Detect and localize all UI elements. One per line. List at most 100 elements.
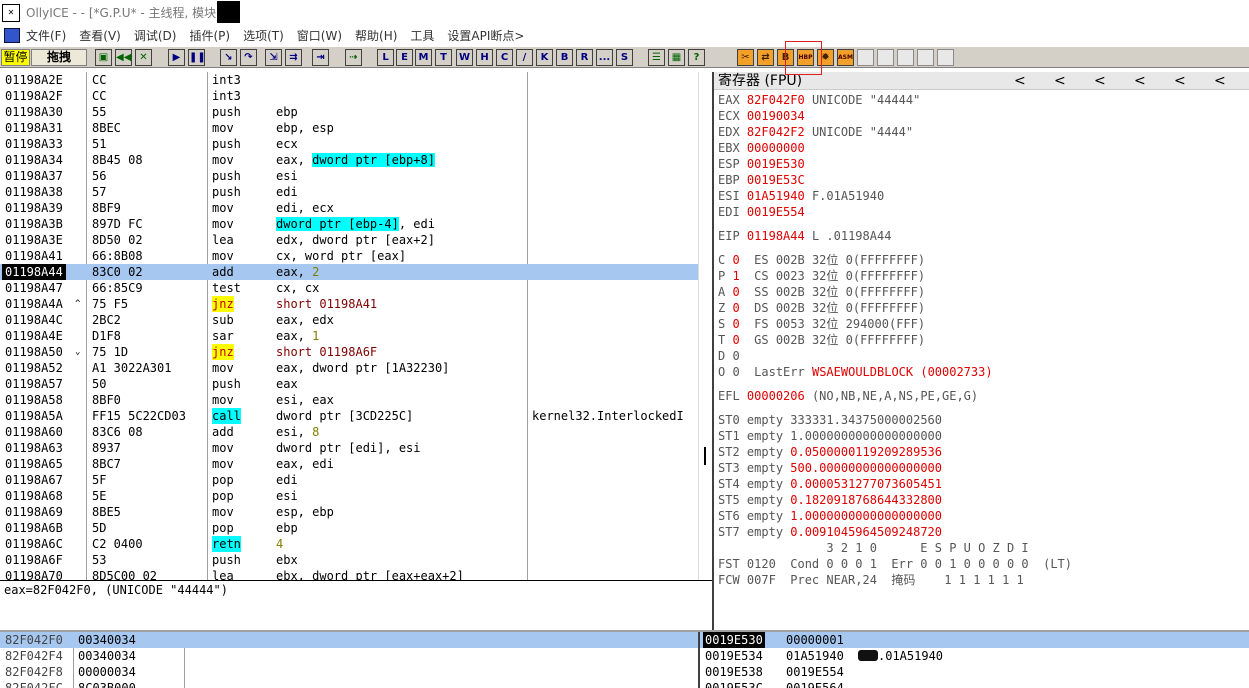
open-icon[interactable]: ▣ — [95, 49, 112, 66]
disasm-row[interactable]: 01198A6F 53 push ebx — [0, 552, 698, 568]
disasm-row[interactable]: 01198A47 66:85C9 test cx, cx — [0, 280, 698, 296]
windows-window-button[interactable]: W — [456, 49, 473, 66]
menu-options[interactable]: 选项(T) — [243, 27, 284, 44]
call-stack-window-button[interactable]: K — [536, 49, 553, 66]
menu-window[interactable]: 窗口(W) — [297, 27, 342, 44]
disasm-row[interactable]: 01198A44 83C0 02 add eax, 2 — [0, 264, 698, 280]
dump-row[interactable]: 82F042F8 00000034 — [0, 664, 698, 680]
asm-button[interactable]: ASM — [837, 49, 854, 66]
disasm-row[interactable]: 01198A41 66:8B08 mov cx, word ptr [eax] — [0, 248, 698, 264]
stack-row[interactable]: 0019E53C 0019E564 — [700, 680, 1249, 688]
disasm-row[interactable]: 01198A30 55 push ebp — [0, 104, 698, 120]
disasm-row[interactable]: 01198A70 8D5C00 02 lea ebx, dword ptr [eax+… — [0, 568, 698, 580]
dump-row[interactable]: 82F042F4 00340034 — [0, 648, 698, 664]
menu-tools[interactable]: 工具 — [410, 27, 434, 44]
options-icon[interactable]: ▦ — [668, 49, 685, 66]
menu-plugins[interactable]: 插件(P) — [189, 27, 230, 44]
handles-window-button[interactable]: H — [476, 49, 493, 66]
disasm-row[interactable]: 01198A52 A1 3022A301 mov eax, dword ptr [1A… — [0, 360, 698, 376]
stack-row[interactable]: 0019E534 01A51940 .01A51940 — [700, 648, 1249, 664]
chevron-left-icon[interactable]: < — [1094, 73, 1106, 89]
stack-row[interactable]: 0019E538 0019E554 — [700, 664, 1249, 680]
modules-window-button[interactable]: E — [396, 49, 413, 66]
blank-button[interactable] — [917, 49, 934, 66]
disasm-row[interactable]: 01198A2E CC int3 — [0, 72, 698, 88]
disasm-row[interactable]: 01198A57 50 push eax — [0, 376, 698, 392]
disasm-row[interactable]: 01198A4A ^ 75 F5 jnz short 01198A41 — [0, 296, 698, 312]
blank-button[interactable] — [857, 49, 874, 66]
plugin-sword-icon[interactable]: ✂ — [737, 49, 754, 66]
disasm-row[interactable]: 01198A2F CC int3 — [0, 88, 698, 104]
blank-button[interactable] — [897, 49, 914, 66]
menu-view[interactable]: 查看(V) — [79, 27, 121, 44]
memory-dump-pane[interactable]: 82F042F0 00340034 82F042F4 00340034 82F042F8… — [0, 632, 698, 688]
threads-window-button[interactable]: T — [435, 49, 452, 66]
help-icon[interactable]: ? — [688, 49, 705, 66]
chevron-left-icon[interactable]: < — [1174, 73, 1186, 89]
register-row: EBX 00000000 — [718, 140, 812, 156]
disasm-row[interactable]: 01198A39 8BF9 mov edi, ecx — [0, 200, 698, 216]
disassembly-pane[interactable]: 01198A2E CC int3 01198A2F CC int3 01198A30 55 pu… — [0, 72, 698, 580]
restart-icon[interactable]: ◀◀ — [115, 49, 132, 66]
trace-over-icon[interactable]: ⇉ — [285, 49, 302, 66]
step-into-icon[interactable]: ↘ — [220, 49, 237, 66]
step-over-icon[interactable]: ↷ — [240, 49, 257, 66]
source-window-button[interactable]: S — [616, 49, 633, 66]
go-to-icon[interactable]: ⇢ — [345, 49, 362, 66]
blank-button[interactable] — [877, 49, 894, 66]
disasm-row[interactable]: 01198A50 ⌄ 75 1D jnz short 01198A6F — [0, 344, 698, 360]
disasm-row[interactable]: 01198A4E D1F8 sar eax, 1 — [0, 328, 698, 344]
close-icon[interactable]: ✕ — [135, 49, 152, 66]
blank-button[interactable] — [937, 49, 954, 66]
run-trace-window-button[interactable]: ... — [596, 49, 613, 66]
app-menu-icon[interactable] — [4, 28, 20, 43]
memory-window-button[interactable]: M — [415, 49, 432, 66]
disasm-row[interactable]: 01198A3E 8D50 02 lea edx, dword ptr [eax+2] — [0, 232, 698, 248]
flag-value: 0 — [732, 253, 740, 267]
disasm-row[interactable]: 01198A34 8B45 08 mov eax, dword ptr [ebp+8] — [0, 152, 698, 168]
menu-help[interactable]: 帮助(H) — [355, 27, 397, 44]
chevron-left-icon[interactable]: < — [1214, 73, 1226, 89]
disasm-row[interactable]: 01198A65 8BC7 mov eax, edi — [0, 456, 698, 472]
disasm-row[interactable]: 01198A68 5E pop esi — [0, 488, 698, 504]
patches-window-button[interactable]: / — [516, 49, 533, 66]
log-window-button[interactable]: L — [377, 49, 394, 66]
disasm-row[interactable]: 01198A6B 5D pop ebp — [0, 520, 698, 536]
execute-till-return-icon[interactable]: ⇥ — [312, 49, 329, 66]
disasm-row[interactable]: 01198A60 83C6 08 add esi, 8 — [0, 424, 698, 440]
chevron-left-icon[interactable]: < — [1054, 73, 1066, 89]
stack-pane[interactable]: 0019E530 00000001 0019E534 01A51940 .01A5194… — [700, 632, 1249, 688]
menu-set-api-breakpoint[interactable]: 设置API断点> — [447, 27, 524, 44]
disasm-row[interactable]: 01198A58 8BF0 mov esi, eax — [0, 392, 698, 408]
disasm-row[interactable]: 01198A5A FF15 5C22CD03 call dword ptr [3CD2… — [0, 408, 698, 424]
dump-row[interactable]: 82F042F0 00340034 — [0, 632, 698, 648]
run-icon[interactable]: ▶ — [168, 49, 185, 66]
drag-button[interactable]: 拖拽 — [31, 49, 87, 66]
stack-row[interactable]: 0019E530 00000001 — [700, 632, 1249, 648]
disasm-row[interactable]: 01198A6C C2 0400 retn 4 — [0, 536, 698, 552]
chevron-left-icon[interactable]: < — [1134, 73, 1146, 89]
breakpoints-window-button[interactable]: B — [556, 49, 573, 66]
pause-icon[interactable]: ❚❚ — [188, 49, 206, 66]
cpu-window-button[interactable]: C — [496, 49, 513, 66]
registers-pane[interactable]: 寄存器 (FPU) < < < < < < EAX 82F042F0 UNICO… — [714, 72, 1249, 630]
disasm-row[interactable]: 01198A33 51 push ecx — [0, 136, 698, 152]
disasm-row[interactable]: 01198A38 57 push edi — [0, 184, 698, 200]
disasm-row[interactable]: 01198A3B 897D FC mov dword ptr [ebp-4], edi — [0, 216, 698, 232]
plugin-arrows-icon[interactable]: ⇄ — [757, 49, 774, 66]
references-window-button[interactable]: R — [576, 49, 593, 66]
chevron-left-icon[interactable]: < — [1014, 73, 1026, 89]
menu-debug[interactable]: 调试(D) — [134, 27, 177, 44]
disasm-row[interactable]: 01198A67 5F pop edi — [0, 472, 698, 488]
dump-row[interactable]: 82F042FC 8C03B000 — [0, 680, 698, 688]
disasm-row[interactable]: 01198A37 56 push esi — [0, 168, 698, 184]
disasm-row[interactable]: 01198A4C 2BC2 sub eax, edx — [0, 312, 698, 328]
disasm-row[interactable]: 01198A63 8937 mov dword ptr [edi], esi — [0, 440, 698, 456]
disasm-row[interactable]: 01198A69 8BE5 mov esp, ebp — [0, 504, 698, 520]
disasm-row[interactable]: 01198A31 8BEC mov ebp, esp — [0, 120, 698, 136]
trace-into-icon[interactable]: ⇲ — [265, 49, 282, 66]
disassembly-scrollbar[interactable] — [698, 72, 712, 580]
list-icon[interactable]: ☰ — [648, 49, 665, 66]
menu-file[interactable]: 文件(F) — [26, 27, 66, 44]
scroll-thumb[interactable] — [704, 447, 706, 465]
